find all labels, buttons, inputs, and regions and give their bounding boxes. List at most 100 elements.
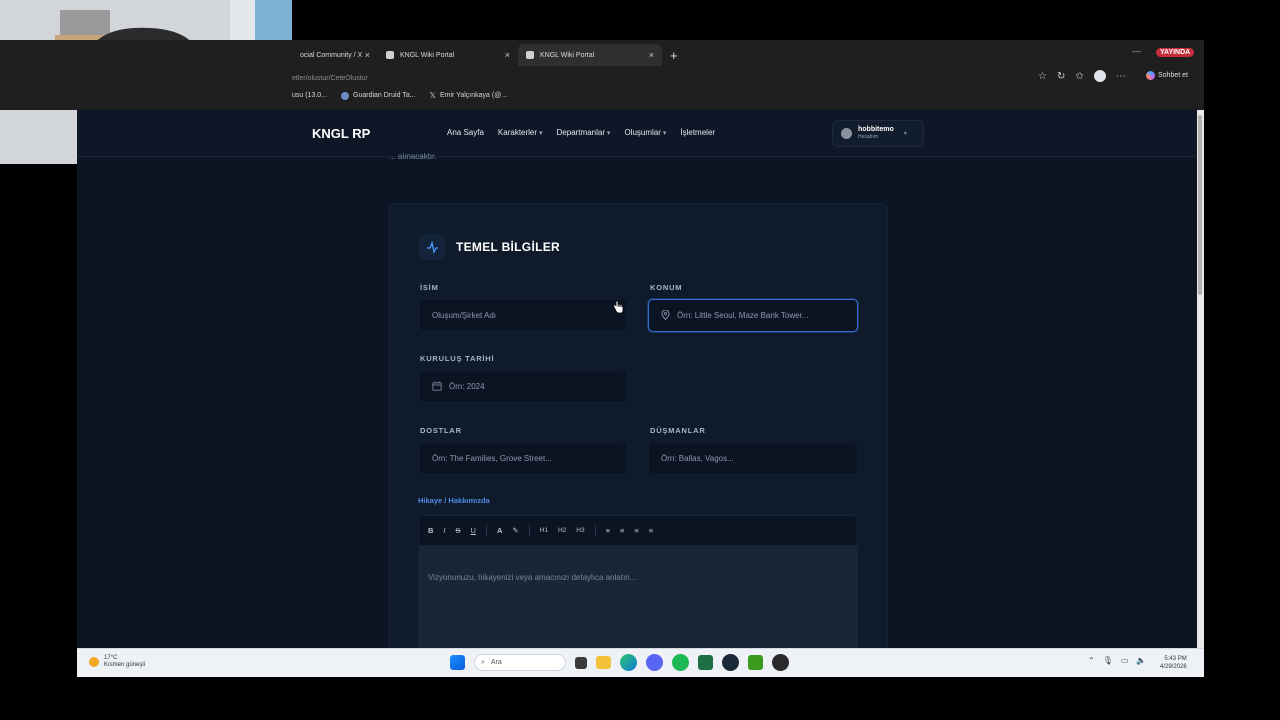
nav-characters[interactable]: Karakterler bbox=[498, 128, 543, 137]
refresh-icon[interactable]: ↻ bbox=[1057, 71, 1065, 82]
kurulus-input[interactable]: Örn: 2024 bbox=[419, 370, 628, 403]
avatar bbox=[841, 128, 852, 139]
shield-icon bbox=[526, 51, 534, 59]
nav-organizations[interactable]: Oluşumlar bbox=[624, 128, 666, 137]
bookmark-label: Guardian Druid Ta... bbox=[353, 92, 416, 99]
bookmark-label: Emir Yalçınkaya (@... bbox=[440, 92, 508, 99]
isim-label: İSİM bbox=[420, 283, 439, 292]
taskbar-search[interactable]: ⌕ Ara bbox=[474, 654, 566, 671]
konum-input[interactable]: Örn: Little Seoul, Maze Bank Tower... bbox=[648, 299, 858, 332]
isim-input[interactable]: Oluşum/Şirket Adı bbox=[419, 299, 628, 332]
dostlar-input[interactable]: Örn: The Families, Grove Street... bbox=[419, 442, 628, 475]
star-icon[interactable]: ☆ bbox=[1038, 71, 1047, 82]
chevron-up-icon[interactable]: ⌃ bbox=[1088, 656, 1095, 665]
dostlar-label: DOSTLAR bbox=[420, 426, 462, 435]
bookmark-item[interactable]: 𝕏 Emir Yalçınkaya (@... bbox=[430, 91, 508, 100]
dusmanlar-input[interactable]: Örn: Ballas, Vagos... bbox=[648, 442, 858, 475]
steam-icon[interactable] bbox=[722, 654, 739, 671]
nav-businesses[interactable]: İşletmeler bbox=[680, 128, 715, 137]
tab-wiki-portal-1[interactable]: KNGL Wiki Portal × bbox=[378, 44, 518, 66]
excel-icon[interactable] bbox=[698, 655, 713, 670]
microphone-icon[interactable]: 🎙 bbox=[1103, 656, 1113, 665]
media-app-icon[interactable] bbox=[748, 655, 763, 670]
task-view-icon[interactable] bbox=[575, 656, 587, 669]
toolbar-divider bbox=[485, 525, 487, 536]
copilot-icon bbox=[1146, 71, 1155, 80]
shield-icon bbox=[386, 51, 394, 59]
text-color-button[interactable]: A bbox=[497, 526, 502, 535]
editor-toolbar: B I S U A ✎ H1 H2 H3 ≡ ≡ ≡ ≡ bbox=[418, 515, 858, 546]
align-center-icon[interactable]: ≡ bbox=[620, 526, 624, 535]
system-clock[interactable]: 5:43 PM 4/29/2026 bbox=[1160, 655, 1187, 671]
heading3-button[interactable]: H3 bbox=[576, 527, 584, 534]
game-app-icon[interactable] bbox=[772, 654, 789, 671]
heading2-button[interactable]: H2 bbox=[558, 527, 566, 534]
scrollbar-thumb[interactable] bbox=[1198, 115, 1202, 295]
new-tab-button[interactable]: + bbox=[670, 48, 678, 63]
favorites-icon[interactable]: ✩ bbox=[1075, 71, 1083, 82]
tab-x-community[interactable]: ocial Community / X × bbox=[292, 44, 378, 66]
volume-icon[interactable]: 🔈 bbox=[1136, 656, 1146, 665]
nav-home[interactable]: Ana Sayfa bbox=[447, 128, 484, 137]
minimize-icon[interactable]: — bbox=[1132, 46, 1141, 56]
bookmark-item[interactable]: usu (13.0... bbox=[292, 92, 327, 99]
isim-placeholder: Oluşum/Şirket Adı bbox=[432, 311, 497, 320]
edge-icon[interactable] bbox=[620, 654, 637, 671]
search-label: Ara bbox=[490, 659, 502, 666]
chevron-down-icon: ▾ bbox=[903, 131, 907, 137]
strike-button[interactable]: S bbox=[456, 526, 461, 535]
align-justify-icon[interactable]: ≡ bbox=[649, 526, 653, 535]
more-icon[interactable]: ⋯ bbox=[1116, 71, 1126, 82]
mouse-cursor-icon bbox=[613, 300, 625, 317]
network-icon[interactable]: ▭ bbox=[1121, 656, 1129, 665]
user-name: hobbitemo bbox=[858, 126, 894, 133]
close-icon[interactable]: × bbox=[505, 50, 510, 60]
intro-text: ... alınacaktır. bbox=[389, 152, 437, 161]
bookmark-item[interactable]: Guardian Druid Ta... bbox=[341, 91, 416, 100]
spotify-icon[interactable] bbox=[672, 654, 689, 671]
align-left-icon[interactable]: ≡ bbox=[606, 526, 610, 535]
align-right-icon[interactable]: ≡ bbox=[634, 526, 638, 535]
calendar-icon bbox=[432, 381, 442, 393]
tab-strip: ocial Community / X × KNGL Wiki Portal ×… bbox=[292, 44, 678, 66]
bookmarks-bar: usu (13.0... Guardian Druid Ta... 𝕏 Emir … bbox=[292, 91, 507, 100]
close-icon[interactable]: × bbox=[649, 50, 654, 60]
search-icon: ⌕ bbox=[481, 658, 485, 666]
address-bar[interactable]: etler/olustur/CeteOlustur bbox=[292, 70, 1052, 86]
close-icon[interactable]: × bbox=[365, 50, 370, 60]
file-explorer-icon[interactable] bbox=[596, 656, 611, 669]
heading1-button[interactable]: H1 bbox=[540, 527, 548, 534]
konum-placeholder: Örn: Little Seoul, Maze Bank Tower... bbox=[677, 311, 809, 320]
copilot-button[interactable]: Sohbet et bbox=[1146, 71, 1188, 80]
tab-label: ocial Community / X bbox=[300, 51, 363, 59]
x-logo-icon: 𝕏 bbox=[429, 91, 436, 100]
dostlar-placeholder: Örn: The Families, Grove Street... bbox=[432, 454, 552, 463]
nav-departments[interactable]: Departmanlar bbox=[557, 128, 611, 137]
italic-button[interactable]: I bbox=[443, 526, 445, 535]
tab-wiki-portal-active[interactable]: KNGL Wiki Portal × bbox=[518, 44, 662, 66]
story-editor[interactable]: Vizyonunuzu, hikayenizi veya amacınızı d… bbox=[418, 546, 858, 648]
address-bar-actions: ☆ ↻ ✩ ⋯ bbox=[1038, 70, 1126, 82]
underline-button[interactable]: U bbox=[471, 526, 476, 535]
bold-button[interactable]: B bbox=[428, 526, 433, 535]
weather-desc: Kısmen güneşli bbox=[104, 662, 146, 668]
discord-icon[interactable] bbox=[646, 654, 663, 671]
user-role: Hesabım bbox=[858, 134, 879, 140]
weather-sun-icon bbox=[89, 657, 99, 667]
kurulus-placeholder: Örn: 2024 bbox=[449, 382, 485, 391]
tab-label: KNGL Wiki Portal bbox=[400, 51, 455, 59]
story-placeholder: Vizyonunuzu, hikayenizi veya amacınızı d… bbox=[428, 573, 637, 582]
taskbar-apps: ⌕ Ara bbox=[450, 654, 789, 671]
profile-icon[interactable] bbox=[1093, 70, 1106, 82]
main-nav: Ana Sayfa Karakterler Departmanlar Oluşu… bbox=[447, 128, 715, 137]
tab-label: KNGL Wiki Portal bbox=[540, 51, 595, 59]
highlight-icon[interactable]: ✎ bbox=[512, 526, 518, 535]
kurulus-label: KURULUŞ TARİHİ bbox=[420, 354, 495, 363]
site-logo[interactable]: KNGL RP bbox=[312, 126, 370, 141]
user-info: hobbitemo Hesabım bbox=[858, 126, 894, 141]
weather-temp: 17°C bbox=[104, 655, 118, 661]
toolbar-divider bbox=[594, 525, 596, 536]
user-menu[interactable]: hobbitemo Hesabım ▾ bbox=[832, 120, 924, 147]
weather-widget[interactable]: 17°C Kısmen güneşli bbox=[89, 655, 145, 669]
windows-start-icon[interactable] bbox=[450, 655, 465, 670]
